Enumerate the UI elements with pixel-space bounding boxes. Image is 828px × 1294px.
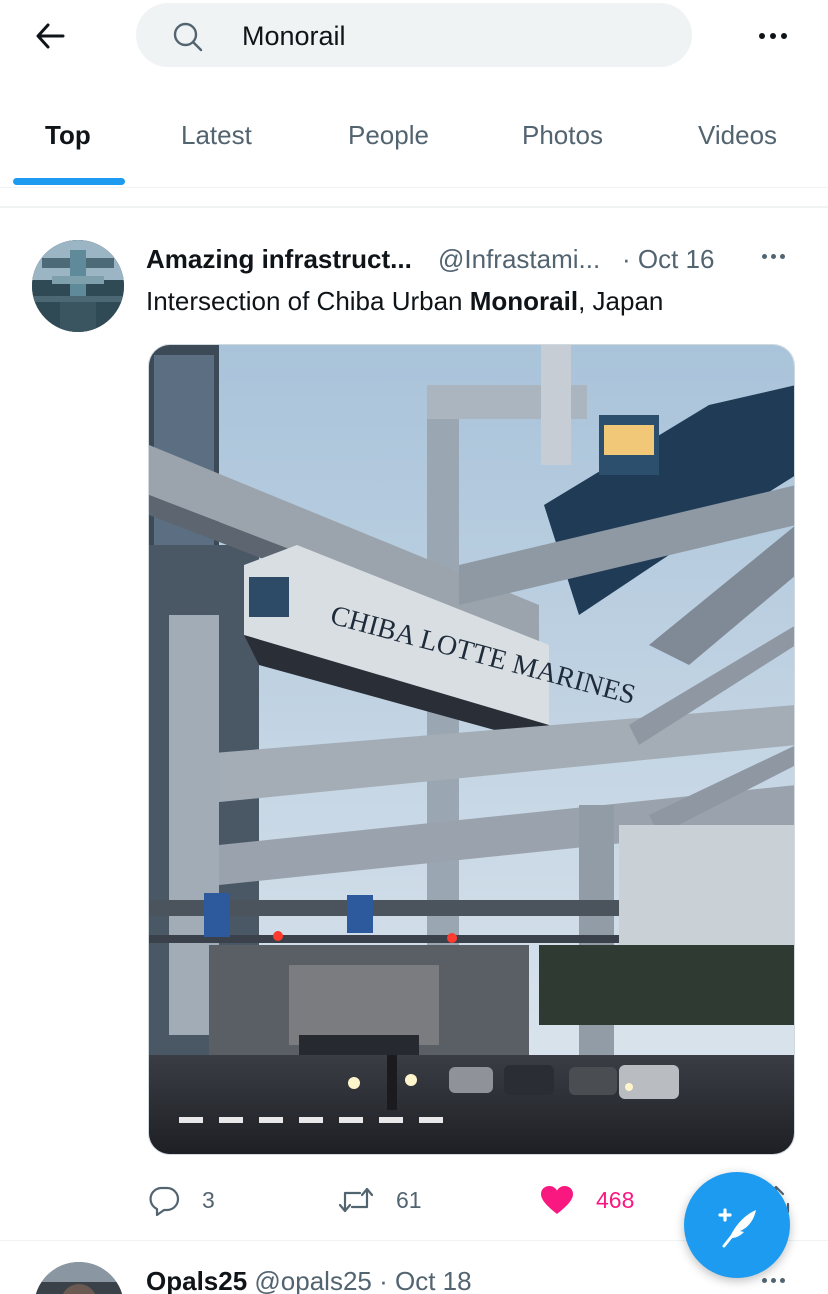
active-tab-indicator (13, 178, 125, 185)
tweet-date[interactable]: · Oct 18 (379, 1266, 471, 1294)
arrow-left-icon (36, 23, 65, 49)
more-horizontal-icon (759, 33, 765, 39)
author-handle[interactable]: @Infrastami... (438, 242, 600, 276)
more-horizontal-icon (762, 254, 767, 259)
avatar[interactable] (32, 240, 124, 332)
like-button[interactable]: 468 (540, 1178, 634, 1222)
tweet-more-button[interactable] (762, 254, 785, 259)
tab-top[interactable]: Top (45, 120, 91, 150)
highlighted-term: Monorail (469, 286, 579, 316)
reply-count: 3 (202, 1186, 215, 1213)
search-input[interactable]: Monorail (136, 3, 692, 67)
search-icon (173, 22, 203, 52)
heart-filled-icon (541, 1186, 573, 1214)
retweet-count: 61 (396, 1186, 422, 1213)
tweet-header: Opals25 @opals25 · Oct 18 (146, 1264, 472, 1294)
retweet-button[interactable]: 61 (338, 1178, 422, 1222)
avatar-image (32, 240, 124, 332)
tweet-photo[interactable]: CHIBA LOTTE MARINES (148, 344, 795, 1155)
author-name[interactable]: Opals25 (146, 1266, 247, 1294)
tweet-more-button[interactable] (762, 1278, 785, 1283)
tab-videos[interactable]: Videos (698, 120, 777, 150)
tab-latest[interactable]: Latest (181, 120, 252, 150)
retweet-icon (338, 1187, 374, 1213)
like-count: 468 (596, 1186, 635, 1213)
author-handle[interactable]: @opals25 (254, 1266, 371, 1294)
author-name[interactable]: Amazing infrastruct... (146, 242, 412, 276)
more-horizontal-icon (762, 1278, 767, 1283)
reply-button[interactable]: 3 (148, 1178, 215, 1222)
tweet-date[interactable]: · Oct 16 (622, 242, 714, 276)
back-button[interactable] (30, 18, 70, 54)
avatar-image (34, 1262, 124, 1294)
tab-people[interactable]: People (348, 120, 429, 150)
monorail-photo: CHIBA LOTTE MARINES (149, 345, 794, 1154)
search-tabs: Top Latest People Photos Videos (0, 92, 828, 188)
more-options-button[interactable] (750, 22, 796, 50)
compose-feather-icon (718, 1208, 756, 1248)
avatar[interactable] (34, 1262, 124, 1294)
search-query: Monorail (242, 21, 346, 51)
compose-tweet-button[interactable] (684, 1172, 790, 1278)
tab-photos[interactable]: Photos (522, 120, 603, 150)
tweet[interactable]: Amazing infrastruct... @Infrastami... · … (0, 210, 828, 1240)
reply-icon (149, 1186, 180, 1216)
tweet-text: Intersection of Chiba Urban Monorail, Ja… (146, 286, 664, 316)
divider (0, 206, 828, 208)
top-bar: Monorail (0, 0, 828, 72)
